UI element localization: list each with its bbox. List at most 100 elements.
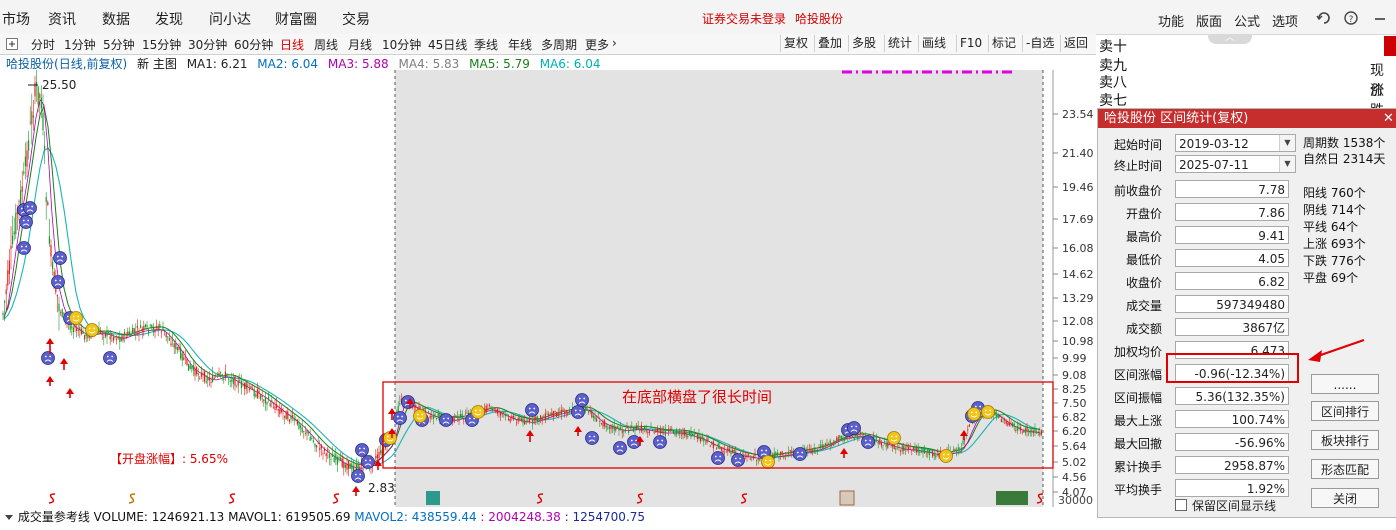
highlight-box bbox=[1166, 353, 1299, 383]
unlock-marker-icon[interactable] bbox=[426, 491, 440, 505]
btn-remove-watchlist[interactable]: -自选 bbox=[1022, 35, 1057, 52]
refresh-icon[interactable] bbox=[1316, 10, 1332, 26]
candle-body bbox=[789, 450, 791, 452]
candle-body bbox=[298, 422, 300, 429]
info-main-chart[interactable]: 新 主图 bbox=[137, 57, 177, 71]
period-tab-45day[interactable]: 45日线 bbox=[428, 36, 467, 53]
period-tab-60min[interactable]: 60分钟 bbox=[234, 36, 273, 53]
candle-body bbox=[136, 326, 138, 328]
period-tab-daily[interactable]: 日线 bbox=[280, 36, 304, 53]
keep-interval-lines-option[interactable]: 保留区间显示线 bbox=[1175, 497, 1276, 514]
btn-mark[interactable]: 标记 bbox=[988, 35, 1019, 52]
period-tab-1min[interactable]: 1分钟 bbox=[64, 36, 96, 53]
info-stock-name[interactable]: 哈投股份 bbox=[6, 57, 54, 71]
dropdown-arrow-icon[interactable]: ▼ bbox=[1279, 156, 1295, 172]
candle-body bbox=[714, 444, 716, 446]
period-tab-15min[interactable]: 15分钟 bbox=[142, 36, 181, 53]
tool-options[interactable]: 选项 bbox=[1272, 11, 1298, 30]
candle-body bbox=[48, 236, 50, 244]
tool-function[interactable]: 功能 bbox=[1158, 11, 1184, 30]
candle-body bbox=[672, 430, 674, 434]
candle-body bbox=[1026, 427, 1028, 432]
dropdown-arrow-icon[interactable]: ▼ bbox=[1279, 135, 1295, 151]
top-menu-bar: 市场 资讯 数据 发现 问小达 财富圈 交易 证券交易未登录 哈投股份 功能 版… bbox=[0, 0, 1396, 35]
menu-trade[interactable]: 交易 bbox=[342, 9, 370, 29]
candle-body bbox=[348, 460, 350, 469]
candle-body bbox=[1036, 431, 1038, 433]
candle-body bbox=[229, 380, 231, 382]
candle-body bbox=[1002, 421, 1004, 423]
candle-body bbox=[813, 447, 815, 453]
volume-indicator-name[interactable]: 成交量参考线 bbox=[18, 510, 90, 524]
period-tab-intraday[interactable]: 分时 bbox=[31, 36, 55, 53]
stat-value: 5.36(132.35%) bbox=[1175, 387, 1289, 405]
candle-body bbox=[244, 383, 246, 389]
collapse-tab-icon[interactable]: ︿ bbox=[1208, 34, 1252, 44]
axis-tick-label: 12.08 bbox=[1062, 315, 1094, 328]
candle-body bbox=[10, 245, 12, 250]
kline-chart[interactable]: 23.54 21.40 19.46 17.69 16.08 14.62 13.29 12.08… bbox=[0, 70, 1096, 507]
candle-body bbox=[925, 451, 927, 453]
period-tab-10min[interactable]: 10分钟 bbox=[382, 36, 421, 53]
btn-adjust[interactable]: 复权 bbox=[780, 35, 811, 52]
menu-data[interactable]: 数据 bbox=[102, 9, 130, 29]
candle-body bbox=[904, 448, 906, 451]
menu-news[interactable]: 资讯 bbox=[48, 9, 76, 29]
expand-icon[interactable] bbox=[6, 38, 18, 50]
help-icon[interactable]: ? bbox=[1343, 10, 1359, 26]
candle-body bbox=[101, 332, 103, 335]
candle-body bbox=[277, 409, 279, 411]
stat-label: 累计换手 bbox=[1113, 460, 1162, 474]
btn-back[interactable]: 返回 bbox=[1060, 35, 1091, 52]
menu-ask[interactable]: 问小达 bbox=[209, 9, 251, 29]
menu-fortune[interactable]: 财富圈 bbox=[275, 9, 317, 29]
btn-f10[interactable]: F10 bbox=[956, 35, 985, 52]
period-tab-monthly[interactable]: 月线 bbox=[348, 36, 372, 53]
count-unchanged: 平盘 69个 bbox=[1303, 271, 1359, 285]
candle-body bbox=[663, 430, 665, 432]
period-tab-5min[interactable]: 5分钟 bbox=[103, 36, 135, 53]
candle-body bbox=[559, 412, 561, 414]
period-tab-more[interactable]: 更多 bbox=[585, 36, 609, 53]
menu-discover[interactable]: 发现 bbox=[155, 9, 183, 29]
ranking-marker-icon[interactable] bbox=[839, 490, 855, 506]
period-tab-30min[interactable]: 30分钟 bbox=[188, 36, 227, 53]
stat-label: 加权均价 bbox=[1113, 345, 1162, 359]
interval-ranking-button[interactable]: 区间排行 bbox=[1311, 401, 1379, 421]
keep-lines-checkbox[interactable] bbox=[1175, 499, 1187, 511]
candle-body bbox=[285, 411, 287, 420]
candle-body bbox=[853, 437, 855, 439]
sector-ranking-button[interactable]: 板块排行 bbox=[1311, 430, 1379, 450]
period-tab-weekly[interactable]: 周线 bbox=[314, 36, 338, 53]
candle-body bbox=[696, 434, 698, 439]
more-chevron-icon[interactable]: › bbox=[612, 36, 617, 50]
candle-body bbox=[263, 399, 265, 401]
period-tab-yearly[interactable]: 年线 bbox=[508, 36, 532, 53]
btn-draw-line[interactable]: 画线 bbox=[918, 35, 949, 52]
pattern-match-button[interactable]: 形态匹配 bbox=[1311, 459, 1379, 479]
close-button[interactable]: 关闭 bbox=[1311, 488, 1379, 508]
end-time-select[interactable]: 2025-07-11 ▼ bbox=[1175, 155, 1296, 173]
candle-body bbox=[311, 437, 313, 439]
login-notice[interactable]: 证券交易未登录 bbox=[702, 10, 786, 27]
candle-body bbox=[271, 400, 273, 402]
candle-body bbox=[642, 430, 644, 431]
start-time-select[interactable]: 2019-03-12 ▼ bbox=[1175, 134, 1296, 152]
btn-statistics[interactable]: 统计 bbox=[884, 35, 915, 52]
reduce-holding-marker-icon[interactable] bbox=[996, 491, 1028, 505]
candle-body bbox=[528, 419, 530, 423]
close-icon[interactable]: ✕ bbox=[1383, 109, 1394, 128]
happy-face-icon bbox=[967, 407, 981, 421]
period-tab-multi[interactable]: 多周期 bbox=[541, 36, 577, 53]
menu-market[interactable]: 市场 bbox=[2, 9, 30, 29]
candle-body bbox=[688, 431, 690, 435]
tool-formula[interactable]: 公式 bbox=[1234, 11, 1260, 30]
tool-layout[interactable]: 版面 bbox=[1196, 11, 1222, 30]
period-tab-quarterly[interactable]: 季线 bbox=[474, 36, 498, 53]
minimize-icon[interactable] bbox=[1372, 10, 1388, 26]
candle-body bbox=[584, 406, 586, 411]
btn-multi-stock[interactable]: 多股 bbox=[848, 35, 879, 52]
candle-body bbox=[309, 436, 311, 441]
btn-overlay[interactable]: 叠加 bbox=[814, 35, 845, 52]
collapse-arrow-icon[interactable] bbox=[4, 512, 14, 522]
